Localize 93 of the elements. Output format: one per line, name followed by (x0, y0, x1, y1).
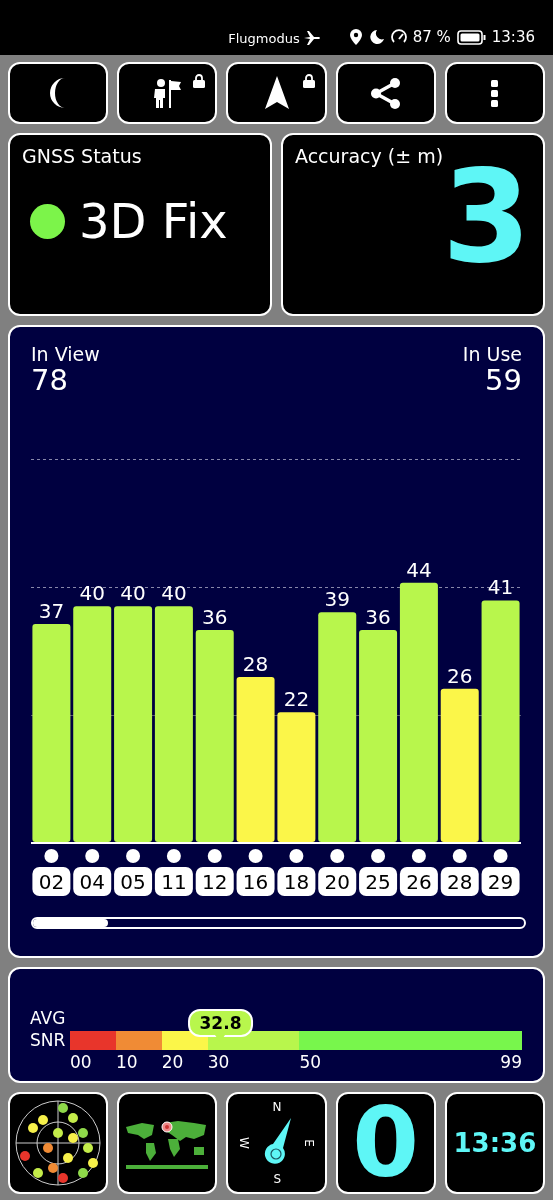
x-tick-label: 25 (365, 870, 391, 894)
card-title: Accuracy (± m) (295, 145, 444, 167)
bar-value: 44 (406, 557, 432, 582)
scroll-thumb[interactable] (33, 919, 108, 927)
world-map-tile[interactable] (117, 1092, 218, 1194)
x-tick-label: 29 (487, 870, 514, 894)
in-view-label: In View (31, 343, 100, 365)
fix-status: 3D Fix (79, 193, 228, 249)
scale-label: 00 (70, 1052, 92, 1072)
bar-value: 36 (202, 604, 228, 629)
more-icon (491, 79, 499, 107)
scale-label: 20 (161, 1052, 184, 1072)
bar-value: 41 (487, 575, 514, 600)
x-tick-label: 28 (447, 870, 473, 894)
satellite-dot-icon (411, 849, 426, 863)
satellite-id: 12 (195, 867, 234, 896)
satellite-id: 28 (440, 867, 479, 896)
in-use-label: In Use (462, 343, 522, 365)
satellite-id: 02 (32, 867, 71, 896)
satellite-id: 18 (277, 867, 316, 896)
location-icon (348, 29, 363, 45)
night-mode-button[interactable] (8, 62, 109, 124)
bar-value: 22 (283, 687, 310, 712)
average-snr-bubble: 32.8 (187, 1009, 254, 1037)
bar-value: 40 (79, 581, 105, 606)
satellite-dot-icon (289, 849, 304, 863)
satellite-dot-icon (371, 849, 386, 863)
share-icon (370, 77, 401, 109)
bar-value: 40 (120, 581, 146, 606)
snr-label: AVG SNR (30, 1006, 67, 1051)
person-with-flag-icon (152, 77, 182, 109)
scale-label: 30 (207, 1052, 230, 1072)
satellite-id: 25 (359, 867, 398, 896)
satellite-id: 26 (399, 867, 438, 896)
satellite-dot-icon (207, 849, 222, 863)
satellite-id: 20 (318, 867, 357, 896)
bar-value: 28 (242, 652, 269, 676)
satellite-id: 11 (154, 867, 193, 896)
in-view-count: 78 (31, 365, 69, 397)
bar-value: 39 (324, 587, 350, 612)
compass-west: W (237, 1137, 252, 1149)
menu-button[interactable] (444, 62, 545, 124)
moon-icon (368, 29, 385, 45)
satellite-id: 04 (73, 867, 112, 896)
x-tick-label: 16 (242, 870, 269, 894)
sky-plot-tile[interactable] (8, 1092, 109, 1194)
satellite-dot-icon (85, 849, 100, 863)
share-button[interactable] (335, 62, 436, 124)
x-tick-label: 02 (38, 870, 65, 894)
satellite-dot-icon (452, 849, 467, 863)
compass-south: S (273, 1172, 282, 1186)
counter-value: 0 (352, 1095, 420, 1191)
x-tick-label: 26 (406, 870, 432, 894)
battery-percent: 87 % (412, 28, 451, 46)
x-tick-label: 11 (161, 870, 187, 894)
x-tick-label: 05 (120, 870, 146, 894)
clock-tile[interactable]: 13:36 (444, 1092, 545, 1194)
satellite-dot-icon (493, 849, 508, 863)
satellite-id: 29 (481, 867, 520, 896)
scale-label: 50 (299, 1052, 322, 1072)
status-dot-icon (30, 203, 65, 239)
bar-value: 40 (161, 581, 187, 606)
x-tick-label: 12 (202, 870, 228, 894)
battery-icon (456, 29, 486, 45)
satellite-dot-icon (126, 849, 141, 863)
accuracy-value: 3 (441, 153, 531, 281)
in-use-count: 59 (485, 365, 522, 397)
speedometer-icon (390, 29, 407, 45)
x-tick-label: 18 (283, 870, 310, 894)
compass-north: N (272, 1100, 282, 1114)
status-time: 13:36 (491, 28, 535, 46)
satellite-dot-icon (166, 849, 181, 863)
bar-value: 36 (365, 604, 391, 629)
satellite-dot-icon (44, 849, 59, 863)
airplane-mode-label: Flugmodus (228, 30, 300, 46)
scale-label: 10 (115, 1052, 138, 1072)
clock-time: 13:36 (453, 1128, 537, 1158)
bar-value: 37 (38, 599, 65, 623)
satellite-id: 05 (114, 867, 153, 896)
x-tick-label: 04 (79, 870, 105, 894)
bar-value: 26 (447, 663, 473, 688)
satellite-dot-icon (248, 849, 263, 863)
navigation-arrow-icon (263, 76, 290, 110)
compass-tile[interactable]: N E S W (226, 1092, 327, 1194)
counter-tile[interactable]: 0 (335, 1092, 436, 1194)
navigation-button[interactable] (226, 62, 327, 124)
satellite-dot-icon (330, 849, 345, 863)
x-tick-label: 20 (324, 870, 350, 894)
scale-label: 99 (500, 1052, 522, 1072)
compass-east: E (301, 1139, 316, 1147)
card-title: GNSS Status (22, 145, 142, 167)
person-flag-button[interactable] (117, 62, 218, 124)
satellite-id: 16 (236, 867, 275, 896)
